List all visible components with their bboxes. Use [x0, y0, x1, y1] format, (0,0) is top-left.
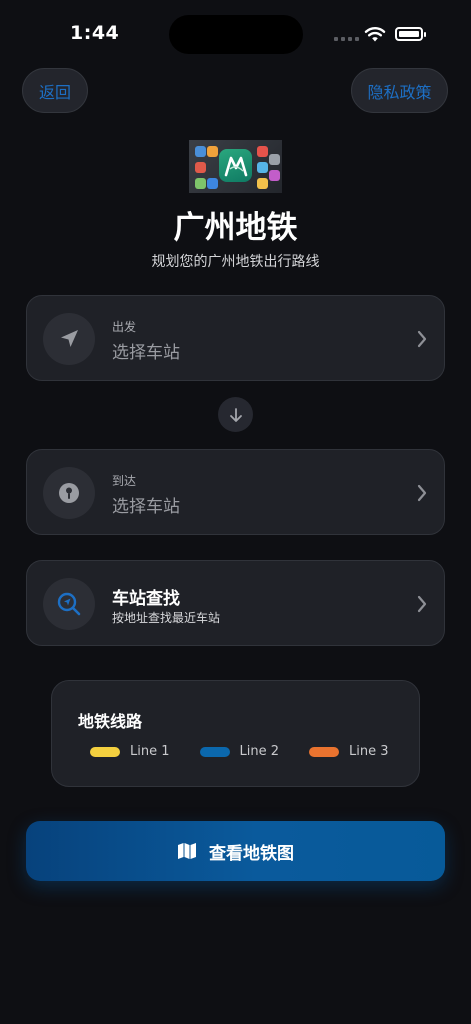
chevron-right-icon: [417, 484, 427, 502]
legend-label: Line 1: [130, 744, 170, 759]
line-1-swatch: [90, 746, 120, 757]
map-icon: [178, 843, 196, 859]
back-button[interactable]: 返回: [22, 68, 88, 113]
departure-value: 选择车站: [112, 343, 180, 363]
app-logo-image: [189, 140, 282, 193]
legend-item-line-3: Line 3: [309, 744, 389, 759]
metro-logo-icon: [219, 149, 252, 182]
arrival-label: 到达: [112, 474, 137, 488]
location-arrow-icon: [43, 313, 95, 365]
lines-legend: Line 1 Line 2 Line 3: [90, 744, 389, 759]
battery-icon: [395, 27, 426, 41]
metro-lines-title: 地铁线路: [78, 712, 143, 731]
arrival-station-selector[interactable]: 到达 选择车站: [26, 449, 445, 535]
legend-item-line-2: Line 2: [199, 744, 280, 759]
wifi-icon: [364, 27, 386, 42]
arrival-value: 选择车站: [112, 497, 180, 517]
direction-arrow-icon: [218, 397, 253, 432]
location-pin-icon: [43, 467, 95, 519]
metro-lines-card: 地铁线路 Line 1 Line 2 Line 3: [51, 680, 420, 787]
screen: 1:44 返回 隐私政策 广州地铁 规划您的广州地铁出行路线 出发 选择车站 到…: [0, 0, 471, 1024]
chevron-right-icon: [417, 595, 427, 613]
view-metro-map-label: 查看地铁图: [209, 843, 294, 864]
station-search-title: 车站查找: [112, 589, 180, 609]
search-location-icon: [43, 578, 95, 630]
privacy-policy-button[interactable]: 隐私政策: [351, 68, 448, 113]
line-2-swatch: [199, 746, 230, 757]
line-3-swatch: [309, 746, 339, 757]
legend-label: Line 2: [239, 744, 280, 759]
status-time: 1:44: [70, 22, 120, 44]
cellular-signal-icon: [334, 37, 359, 41]
page-subtitle: 规划您的广州地铁出行路线: [151, 254, 320, 270]
dynamic-island: [169, 15, 303, 54]
legend-item-line-1: Line 1: [90, 744, 170, 759]
page-title: 广州地铁: [173, 210, 298, 246]
chevron-right-icon: [417, 330, 427, 348]
view-metro-map-button[interactable]: 查看地铁图: [26, 821, 445, 881]
legend-label: Line 3: [349, 744, 389, 759]
station-search-card[interactable]: 车站查找 按地址查找最近车站: [26, 560, 445, 646]
station-search-description: 按地址查找最近车站: [112, 611, 221, 625]
departure-station-selector[interactable]: 出发 选择车站: [26, 295, 445, 381]
departure-label: 出发: [112, 320, 137, 334]
